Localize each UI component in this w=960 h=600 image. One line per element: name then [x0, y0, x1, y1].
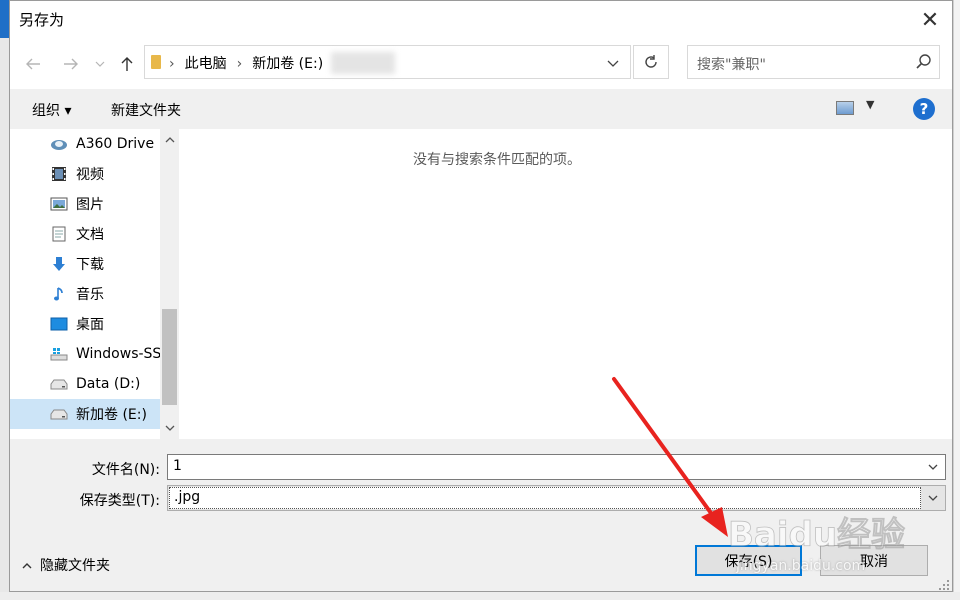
- sidebar-item-desktop[interactable]: 桌面: [10, 309, 160, 339]
- pictures-icon: [50, 196, 68, 212]
- dialog-title: 另存为: [19, 11, 65, 29]
- sidebar-item-label: Windows-SSD: [76, 346, 173, 362]
- sidebar-item-pictures[interactable]: 图片: [10, 189, 160, 219]
- baidu-watermark-logo: Baidu经验: [728, 515, 905, 556]
- empty-results-message: 没有与搜索条件匹配的项。: [413, 152, 581, 168]
- breadcrumb-item-drive-e[interactable]: 新加卷 (E:): [252, 56, 323, 72]
- sidebar-item-label: A360 Drive: [76, 136, 155, 152]
- change-view-icon[interactable]: [836, 101, 854, 115]
- sidebar-item-data-d[interactable]: Data (D:): [10, 369, 160, 399]
- documents-icon: [50, 226, 68, 242]
- chevron-down-icon: [928, 464, 938, 470]
- chevron-down-icon: [165, 425, 174, 431]
- sidebar-item-downloads[interactable]: 下载: [10, 249, 160, 279]
- navigation-scrollbar[interactable]: [160, 129, 179, 439]
- sidebar-item-windows-ssd[interactable]: Windows-SSD: [10, 339, 172, 369]
- chevron-down-icon: [95, 61, 105, 67]
- close-button[interactable]: ✕: [914, 5, 946, 35]
- address-bar[interactable]: › 此电脑 › 新加卷 (E:): [144, 45, 631, 79]
- sidebar-item-label: Data (D:): [76, 376, 141, 392]
- breadcrumb-item-this-pc[interactable]: 此电脑: [185, 56, 227, 72]
- sidebar-item-label: 新加卷 (E:): [76, 407, 147, 423]
- background-window-edge: [0, 0, 9, 600]
- scrollbar-thumb[interactable]: [162, 309, 177, 405]
- watermark-brand: Baidu经验: [728, 515, 905, 555]
- sidebar-item-label: 桌面: [76, 317, 104, 333]
- close-icon: ✕: [920, 7, 940, 33]
- organize-menu-button[interactable]: 组织 ▾: [32, 100, 71, 120]
- filetype-selected-option: .jpg: [169, 487, 921, 509]
- sidebar-item-new-volume-e[interactable]: 新加卷 (E:): [10, 399, 160, 429]
- title-bar: 另存为 ✕: [10, 1, 952, 39]
- navigation-bar: › 此电脑 › 新加卷 (E:) 搜索"兼职": [10, 39, 952, 89]
- new-folder-button[interactable]: 新建文件夹: [111, 100, 181, 120]
- forward-arrow-icon: [64, 58, 78, 70]
- address-history-button[interactable]: [601, 52, 625, 74]
- scroll-up-button[interactable]: [160, 131, 179, 149]
- sidebar-item-videos[interactable]: 视频: [10, 159, 160, 189]
- file-list-pane[interactable]: 没有与搜索条件匹配的项。: [182, 129, 952, 439]
- forward-button[interactable]: [58, 51, 84, 77]
- drive-icon: [50, 376, 68, 392]
- resize-grip-icon[interactable]: [938, 579, 950, 591]
- sidebar-item-label: 下载: [76, 257, 104, 273]
- chevron-down-icon: [607, 60, 619, 67]
- redacted-path-segment: [331, 52, 395, 74]
- chevron-up-icon: [22, 559, 32, 572]
- breadcrumb-separator-icon: ›: [169, 56, 175, 72]
- background-app-tab: [0, 0, 9, 38]
- filename-label: 文件名(N):: [91, 462, 160, 478]
- back-button[interactable]: [20, 51, 46, 77]
- background-bottom: [0, 592, 960, 600]
- folder-icon: [151, 55, 161, 69]
- sidebar-item-label: 音乐: [76, 287, 104, 303]
- up-button[interactable]: [114, 51, 140, 77]
- windows-drive-icon: [50, 346, 68, 362]
- back-arrow-icon: [26, 58, 40, 70]
- hide-folders-label: 隐藏文件夹: [40, 558, 110, 574]
- recent-locations-button[interactable]: [90, 51, 110, 77]
- cloud-drive-icon: [50, 136, 68, 152]
- background-window-edge-right: [953, 0, 960, 600]
- breadcrumb-separator-icon: ›: [236, 56, 243, 72]
- drive-icon: [50, 406, 68, 422]
- music-icon: [50, 286, 68, 302]
- filetype-value: .jpg: [174, 489, 201, 505]
- filetype-dropdown-button[interactable]: [923, 488, 943, 508]
- search-box[interactable]: 搜索"兼职": [687, 45, 940, 79]
- watermark-url: jingyan.baidu.com: [736, 558, 866, 574]
- navigation-pane: A360 Drive 视频 图片 文档 下载 音乐 桌面 Windows-SSD…: [10, 129, 182, 439]
- search-icon[interactable]: [914, 52, 934, 72]
- sidebar-item-a360-drive[interactable]: A360 Drive: [10, 129, 160, 159]
- sidebar-item-music[interactable]: 音乐: [10, 279, 160, 309]
- search-input[interactable]: 搜索"兼职": [697, 54, 766, 74]
- filename-field[interactable]: 1: [167, 454, 946, 480]
- breadcrumb: › 此电脑 › 新加卷 (E:): [169, 53, 323, 73]
- hide-folders-toggle[interactable]: 隐藏文件夹: [22, 555, 110, 575]
- save-as-dialog: 另存为 ✕ › 此电脑 › 新加卷 (E:) 搜索"兼职" 组织 ▾ 新建文件夹…: [9, 0, 953, 592]
- sidebar-item-documents[interactable]: 文档: [10, 219, 160, 249]
- up-arrow-icon: [121, 57, 133, 71]
- filename-history-dropdown[interactable]: [923, 457, 943, 477]
- chevron-up-icon: [165, 137, 174, 143]
- desktop-icon: [50, 316, 68, 332]
- scroll-down-button[interactable]: [160, 419, 179, 437]
- video-icon: [50, 166, 68, 182]
- view-options-dropdown[interactable]: ▼: [866, 98, 874, 111]
- chevron-down-icon: [928, 495, 938, 501]
- refresh-icon: [645, 55, 657, 68]
- command-bar: 组织 ▾ 新建文件夹 ▼ ?: [10, 89, 952, 129]
- help-button[interactable]: ?: [913, 98, 935, 120]
- sidebar-item-label: 图片: [76, 197, 104, 213]
- sidebar-item-label: 文档: [76, 227, 104, 243]
- filename-value: 1: [173, 458, 182, 474]
- sidebar-item-label: 视频: [76, 167, 104, 183]
- refresh-button[interactable]: [633, 45, 669, 79]
- download-icon: [50, 256, 68, 272]
- filetype-label: 保存类型(T):: [79, 493, 160, 509]
